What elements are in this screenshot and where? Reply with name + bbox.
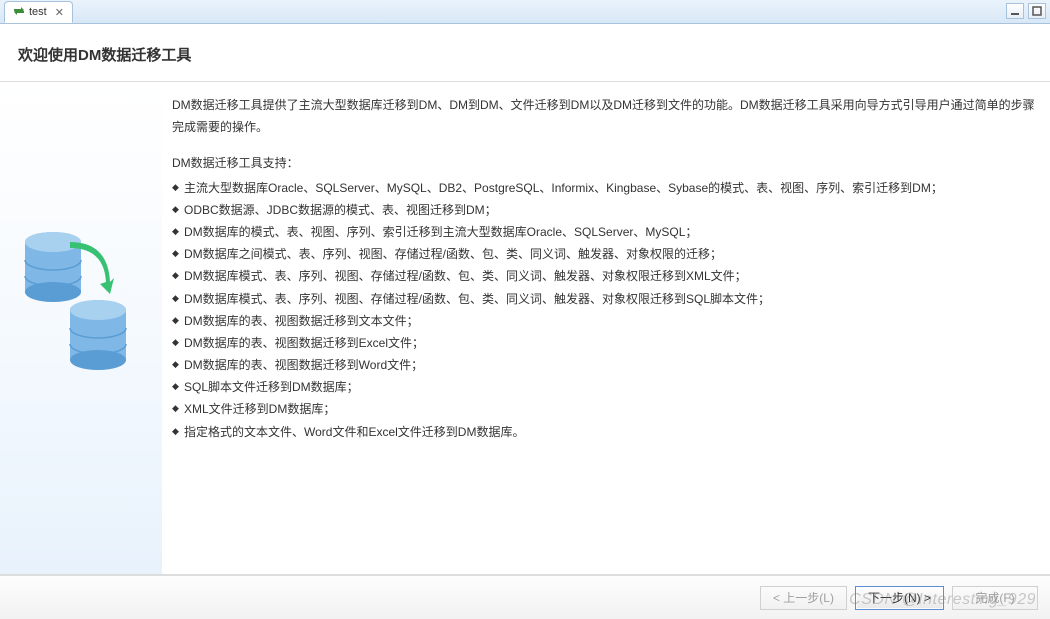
feature-item: 主流大型数据库Oracle、SQLServer、MySQL、DB2、Postgr…	[172, 177, 1042, 199]
feature-item: ODBC数据源、JDBC数据源的模式、表、视图迁移到DM；	[172, 199, 1042, 221]
prev-button: < 上一步(L)	[760, 586, 847, 610]
feature-item: SQL脚本文件迁移到DM数据库；	[172, 376, 1042, 398]
button-bar: < 上一步(L) 下一步(N) > 完成(F)	[0, 575, 1050, 619]
feature-item: DM数据库之间模式、表、序列、视图、存储过程/函数、包、类、同义词、触发器、对象…	[172, 243, 1042, 265]
window-controls	[1006, 3, 1046, 19]
intro-text: DM数据迁移工具提供了主流大型数据库迁移到DM、DM到DM、文件迁移到DM以及D…	[172, 94, 1042, 138]
page-title: 欢迎使用DM数据迁移工具	[0, 44, 1050, 81]
support-title: DM数据迁移工具支持：	[172, 152, 1042, 174]
database-migration-illustration	[18, 222, 138, 382]
feature-item: XML文件迁移到DM数据库；	[172, 398, 1042, 420]
finish-button: 完成(F)	[952, 586, 1038, 610]
tab-test[interactable]: test ✕	[4, 1, 73, 23]
window: test ✕ 欢迎使用DM数据迁移工具	[0, 0, 1050, 619]
feature-item: DM数据库模式、表、序列、视图、存储过程/函数、包、类、同义词、触发器、对象权限…	[172, 265, 1042, 287]
wizard-content: 欢迎使用DM数据迁移工具	[0, 24, 1050, 619]
feature-item: DM数据库的表、视图数据迁移到文本文件；	[172, 310, 1042, 332]
tab-bar: test ✕	[0, 0, 1050, 24]
feature-item: DM数据库的表、视图数据迁移到Excel文件；	[172, 332, 1042, 354]
feature-list: 主流大型数据库Oracle、SQLServer、MySQL、DB2、Postgr…	[172, 177, 1042, 443]
sidebar-illustration	[0, 82, 162, 574]
maximize-button[interactable]	[1028, 3, 1046, 19]
tab-label: test	[29, 6, 47, 18]
close-icon[interactable]: ✕	[55, 6, 64, 19]
content-panel: DM数据迁移工具提供了主流大型数据库迁移到DM、DM到DM、文件迁移到DM以及D…	[162, 82, 1050, 574]
main-area: DM数据迁移工具提供了主流大型数据库迁移到DM、DM到DM、文件迁移到DM以及D…	[0, 81, 1050, 575]
next-button[interactable]: 下一步(N) >	[855, 586, 944, 610]
feature-item: 指定格式的文本文件、Word文件和Excel文件迁移到DM数据库。	[172, 421, 1042, 443]
feature-item: DM数据库模式、表、序列、视图、存储过程/函数、包、类、同义词、触发器、对象权限…	[172, 288, 1042, 310]
feature-item: DM数据库的模式、表、视图、序列、索引迁移到主流大型数据库Oracle、SQLS…	[172, 221, 1042, 243]
feature-item: DM数据库的表、视图数据迁移到Word文件；	[172, 354, 1042, 376]
minimize-button[interactable]	[1006, 3, 1024, 19]
transfer-icon	[13, 5, 25, 20]
